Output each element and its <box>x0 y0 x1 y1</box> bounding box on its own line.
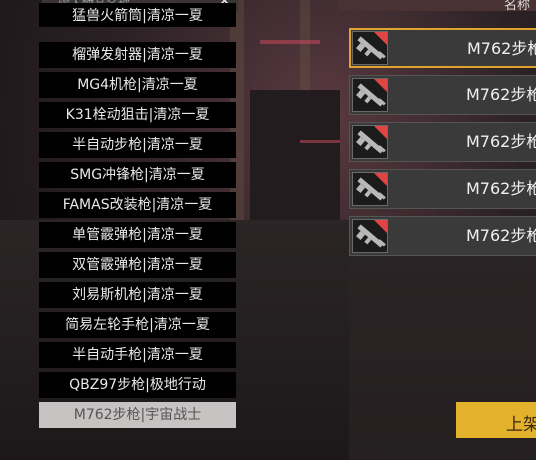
rifle-icon <box>352 31 388 65</box>
column-header: 名称 <box>338 0 536 13</box>
rarity-badge <box>374 126 387 139</box>
result-card[interactable]: M762步枪 <box>349 75 536 115</box>
result-card[interactable]: M762步枪 <box>349 169 536 209</box>
rifle-icon <box>352 219 388 253</box>
list-item[interactable]: FAMAS改装枪|清凉一夏 <box>39 192 236 218</box>
list-item[interactable]: 半自动手枪|清凉一夏 <box>39 342 236 368</box>
list-item[interactable]: 单管霰弹枪|清凉一夏 <box>39 222 236 248</box>
result-name: M762步枪 <box>466 226 536 245</box>
list-item[interactable]: 猛兽火箭筒|清凉一夏 <box>39 3 236 27</box>
list-item[interactable]: 简易左轮手枪|清凉一夏 <box>39 312 236 338</box>
result-card[interactable]: M762步枪 <box>349 122 536 162</box>
list-item[interactable]: QBZ97步枪|极地行动 <box>39 372 236 398</box>
list-item[interactable]: 刘易斯机枪|清凉一夏 <box>39 282 236 308</box>
list-item[interactable]: M762步枪|宇宙战士 <box>39 402 236 428</box>
rifle-icon <box>352 78 388 112</box>
list-item[interactable]: 双管霰弹枪|清凉一夏 <box>39 252 236 278</box>
list-item[interactable]: 半自动步枪|清凉一夏 <box>39 132 236 158</box>
list-for-sale-button[interactable]: 上架 <box>456 402 536 438</box>
result-card[interactable]: M762步枪 <box>349 216 536 256</box>
list-item[interactable]: 榴弹发射器|清凉一夏 <box>39 42 236 68</box>
rarity-badge <box>374 32 387 45</box>
list-item[interactable]: K31栓动狙击|清凉一夏 <box>39 102 236 128</box>
list-for-sale-label: 上架 <box>506 415 536 435</box>
result-name: M762步枪 <box>466 85 536 104</box>
list-item[interactable]: SMG冲锋枪|清凉一夏 <box>39 162 236 188</box>
result-name: M762步枪 <box>466 132 536 151</box>
rarity-badge <box>374 173 387 186</box>
rifle-icon <box>352 125 388 159</box>
result-card[interactable]: M762步枪 <box>349 28 536 68</box>
rarity-badge <box>374 220 387 233</box>
result-name: M762步枪 <box>467 39 536 58</box>
result-name: M762步枪 <box>466 179 536 198</box>
column-header-label: 名称 <box>504 0 531 13</box>
rarity-badge <box>374 79 387 92</box>
list-item[interactable]: MG4机枪|清凉一夏 <box>39 72 236 98</box>
rifle-icon <box>352 172 388 206</box>
